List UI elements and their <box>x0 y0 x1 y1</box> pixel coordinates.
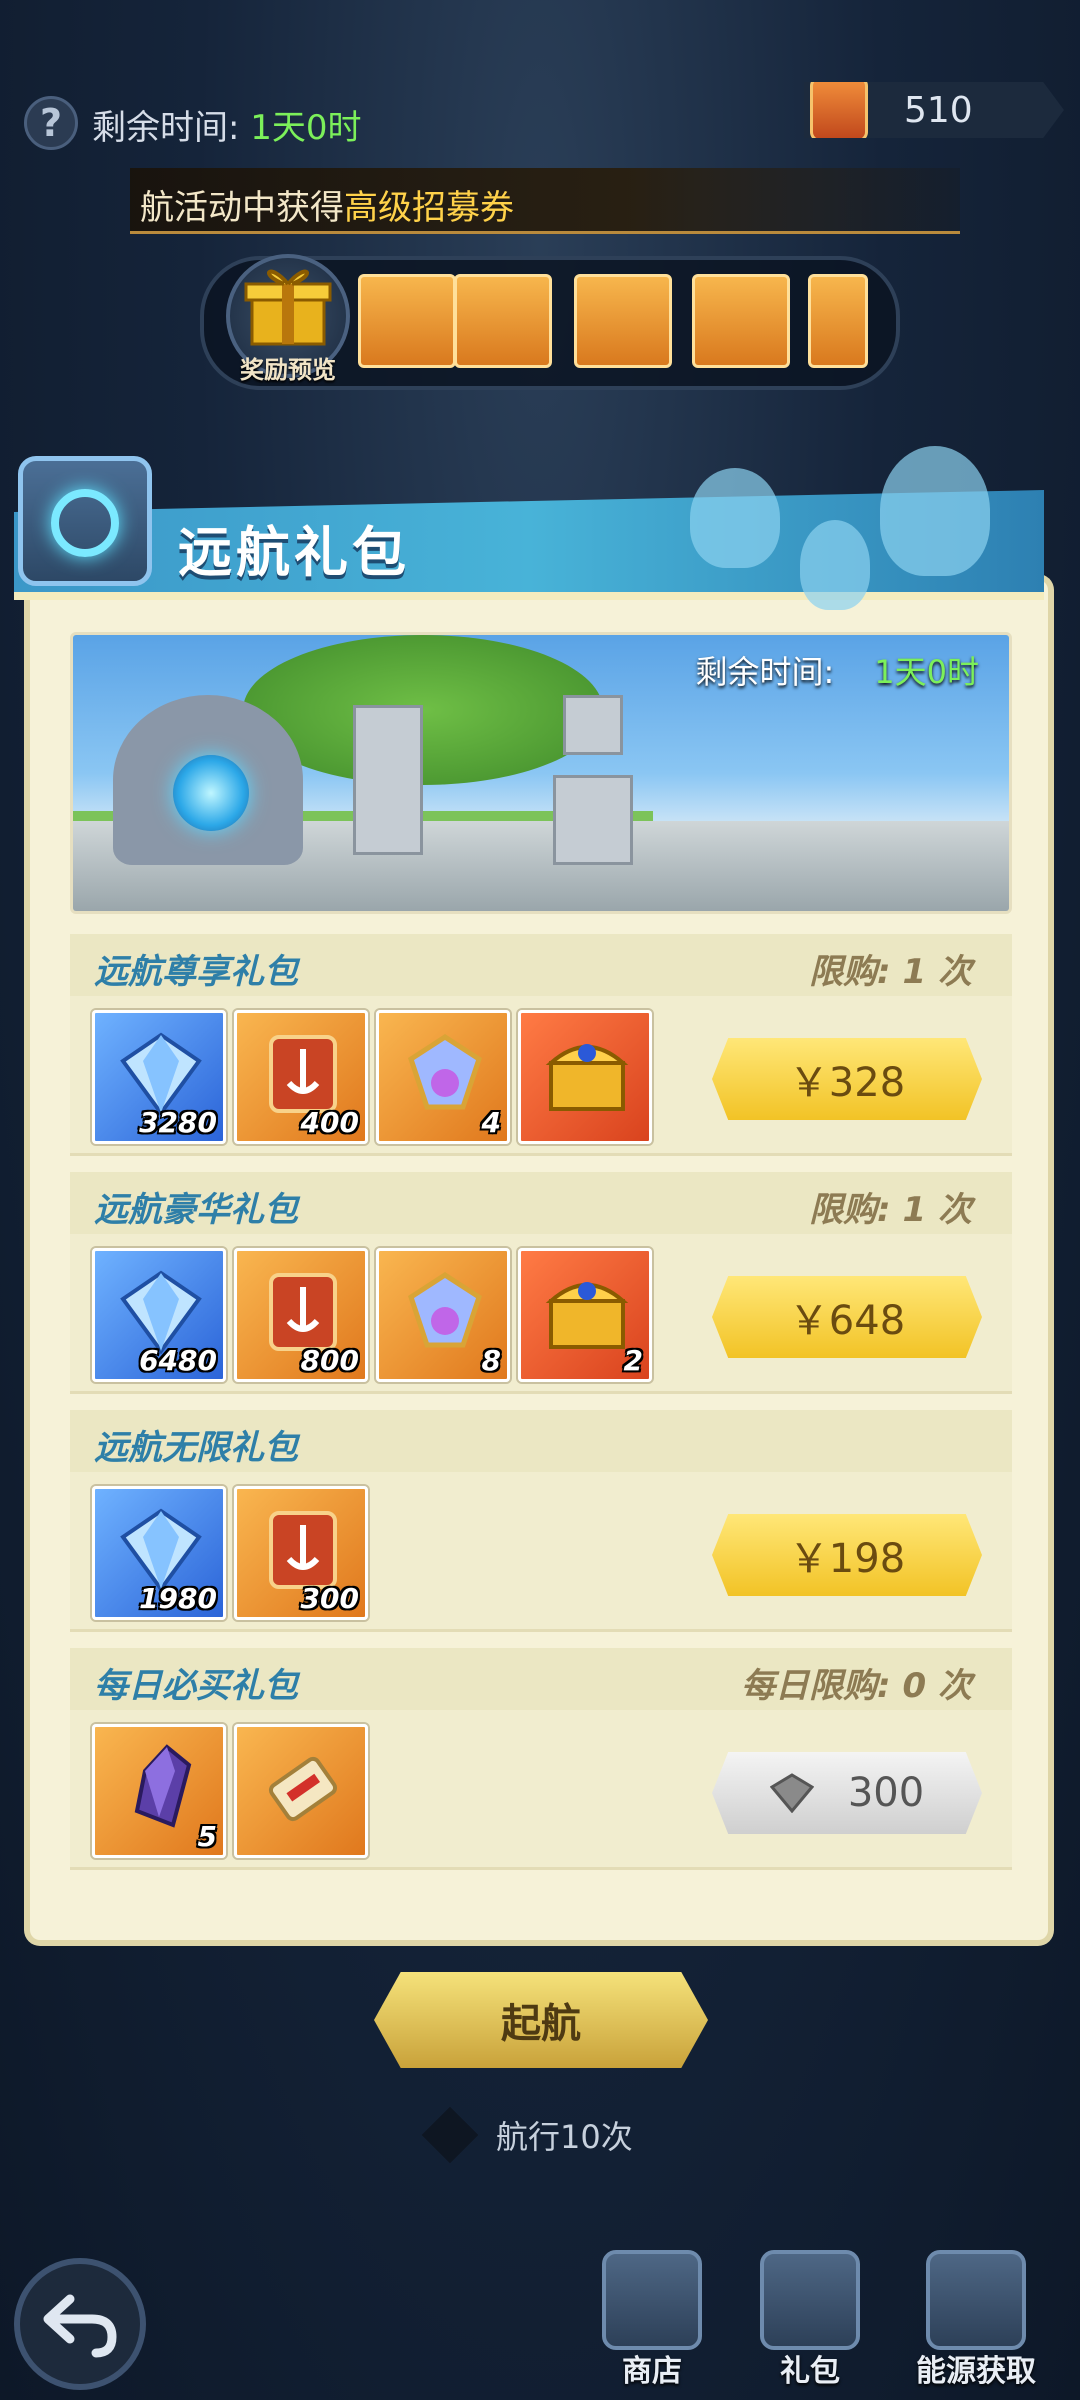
pack-limit: 限购: 1 次 <box>809 1190 972 1230</box>
item-count: 4 <box>481 1106 501 1139</box>
purple-crystal-icon[interactable]: 5 <box>92 1724 226 1858</box>
anchor-ticket-icon <box>810 82 868 138</box>
pack-name: 远航尊享礼包 <box>94 952 298 992</box>
remaining-time-value: 1天0时 <box>250 108 362 148</box>
pack-name: 每日必买礼包 <box>94 1666 298 1706</box>
gem-crest-icon[interactable]: 4 <box>376 1010 510 1144</box>
item-count: 1980 <box>139 1582 217 1615</box>
announcement-marquee: 航活动中获得高级招募券 <box>130 168 960 234</box>
treasure-chest-icon[interactable] <box>518 1010 652 1144</box>
preview-item-boots[interactable] <box>692 274 790 368</box>
anchor-ticket-icon[interactable]: 400 <box>234 1010 368 1144</box>
portal-icon <box>173 755 249 831</box>
silhouette-decoration <box>800 520 870 610</box>
back-button[interactable] <box>14 2258 146 2390</box>
banner-time-label: 剩余时间: <box>695 653 835 691</box>
buy-with-diamonds-button[interactable]: 300 <box>712 1752 982 1834</box>
shop-icon <box>602 2250 702 2350</box>
event-banner: 剩余时间: 1天0时 <box>70 632 1012 914</box>
nav-energy-label: 能源获取 <box>916 2354 1036 2389</box>
buy-button[interactable]: ￥328 <box>712 1038 982 1120</box>
nav-shop-label: 商店 <box>622 2354 682 2389</box>
item-count: 3280 <box>139 1106 217 1139</box>
diamond-price: 300 <box>847 1770 925 1816</box>
pack-name: 远航豪华礼包 <box>94 1190 298 1230</box>
marquee-highlight: 高级招募券 <box>344 188 514 228</box>
reward-preview-label: 奖励预览 <box>240 356 336 384</box>
buy-button[interactable]: ￥648 <box>712 1276 982 1358</box>
silhouette-decoration <box>690 468 780 568</box>
pack-section: 远航豪华礼包 限购: 1 次 6480 800 8 2 ￥648 <box>70 1172 1012 1394</box>
item-count: 400 <box>300 1106 359 1139</box>
nav-gift-label: 礼包 <box>780 2354 840 2389</box>
banner-time-value: 1天0时 <box>874 653 979 691</box>
remaining-time: 剩余时间: 1天0时 <box>92 100 362 149</box>
nav-energy[interactable]: 能源获取 <box>906 2240 1046 2390</box>
voyage-10-times[interactable]: 航行10次 <box>421 2106 633 2164</box>
preview-item-partial[interactable] <box>808 274 868 368</box>
anchor-icon <box>926 2250 1026 2350</box>
pack-name: 远航无限礼包 <box>94 1428 298 1468</box>
gem-crest-icon[interactable]: 8 <box>376 1248 510 1382</box>
voyage-label: 航行10次 <box>496 2118 633 2156</box>
preview-item-sword[interactable] <box>454 274 552 368</box>
silhouette-decoration <box>880 446 990 576</box>
diamond-icon[interactable]: 3280 <box>92 1010 226 1144</box>
nav-shop[interactable]: 商店 <box>582 2240 722 2390</box>
diamond-icon[interactable]: 1980 <box>92 1486 226 1620</box>
banner-remaining-time: 剩余时间: 1天0时 <box>695 647 979 693</box>
back-arrow-icon <box>43 2294 117 2358</box>
panel-title: 远航礼包 <box>178 521 410 584</box>
scroll-icon[interactable] <box>234 1724 368 1858</box>
set-sail-button[interactable]: 起航 <box>374 1972 708 2068</box>
item-count: 8 <box>481 1344 501 1377</box>
item-count: 5 <box>197 1820 217 1853</box>
pack-limit: 每日限购: 0 次 <box>741 1666 972 1706</box>
diamond-shape-icon <box>421 2106 479 2164</box>
currency-counter: 510 <box>804 82 1064 138</box>
buy-button[interactable]: ￥198 <box>712 1514 982 1596</box>
gift-icon <box>760 2250 860 2350</box>
item-count: 6480 <box>139 1344 217 1377</box>
marquee-text: 航活动中获得高级招募券 <box>140 180 514 229</box>
diamond-icon[interactable]: 6480 <box>92 1248 226 1382</box>
pack-limit: 限购: 1 次 <box>809 952 972 992</box>
item-count: 300 <box>300 1582 359 1615</box>
pack-section: 远航无限礼包 1980 300 ￥198 <box>70 1410 1012 1632</box>
preview-item-armor[interactable] <box>574 274 672 368</box>
item-count: 2 <box>623 1344 643 1377</box>
nav-gift[interactable]: 礼包 <box>740 2240 880 2390</box>
diamond-icon <box>769 1773 814 1813</box>
anchor-ticket-icon[interactable]: 800 <box>234 1248 368 1382</box>
pack-section: 每日必买礼包 每日限购: 0 次 5 300 <box>70 1648 1012 1870</box>
preview-item-scroll[interactable] <box>358 274 456 368</box>
help-button[interactable]: ? <box>24 96 78 150</box>
anchor-ticket-icon[interactable]: 300 <box>234 1486 368 1620</box>
treasure-chest-icon[interactable]: 2 <box>518 1248 652 1382</box>
pack-section: 远航尊享礼包 限购: 1 次 3280 400 4 ￥328 <box>70 934 1012 1156</box>
remaining-time-label: 剩余时间: <box>92 108 251 148</box>
gift-box-icon <box>244 269 332 346</box>
marquee-prefix: 航活动中获得 <box>140 188 344 228</box>
currency-value: 510 <box>904 90 973 131</box>
item-count: 800 <box>300 1344 359 1377</box>
voyage-badge-icon <box>18 456 152 586</box>
